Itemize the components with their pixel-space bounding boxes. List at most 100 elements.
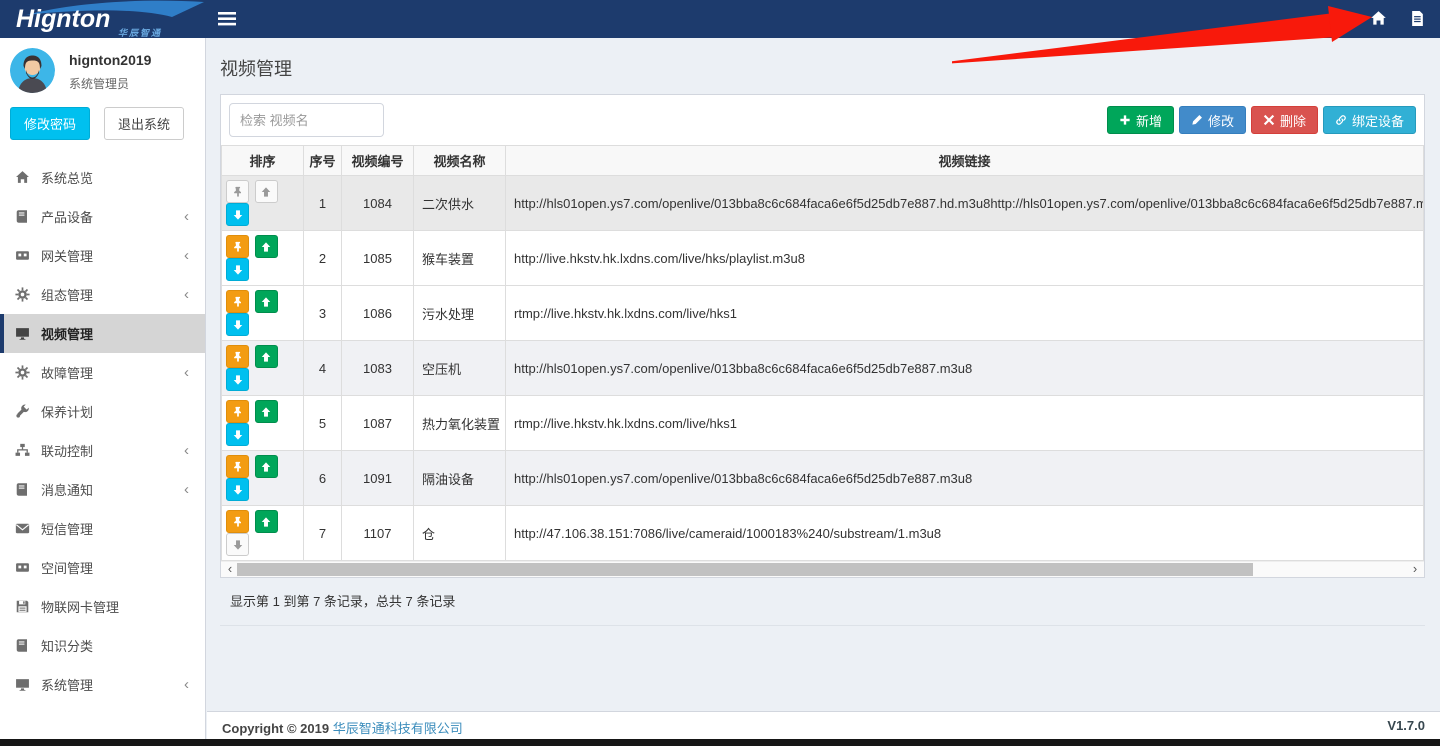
gear-icon: [15, 287, 30, 302]
edit-button[interactable]: 修改: [1179, 106, 1246, 134]
move-down-button[interactable]: [226, 313, 249, 336]
hamburger-icon[interactable]: [218, 12, 236, 26]
add-button[interactable]: 新增: [1107, 106, 1174, 134]
move-down-button[interactable]: [226, 258, 249, 281]
sort-cell: [222, 231, 304, 286]
book-icon: [15, 482, 30, 497]
chevron-left-icon: ‹: [184, 677, 189, 692]
company-link[interactable]: 华辰智通科技有限公司: [333, 721, 463, 736]
sidebar-item-knowledge[interactable]: 知识分类: [0, 626, 205, 665]
move-up-button[interactable]: [255, 290, 278, 313]
video-url-cell: http://47.106.38.151:7086/live/cameraid/…: [506, 506, 1424, 561]
search-input[interactable]: [229, 103, 384, 137]
sidebar-item-system-overview[interactable]: 系统总览: [0, 158, 205, 197]
envelope-icon: [15, 521, 30, 536]
pin-button[interactable]: [226, 235, 249, 258]
sidebar-item-video[interactable]: 视频管理: [0, 314, 205, 353]
move-down-button[interactable]: [226, 423, 249, 446]
video-name-cell: 隔油设备: [414, 451, 506, 506]
logout-button[interactable]: 退出系统: [104, 107, 184, 140]
change-password-button[interactable]: 修改密码: [10, 107, 90, 140]
chevron-left-icon: ‹: [184, 248, 189, 263]
pin-button[interactable]: [226, 345, 249, 368]
table-row[interactable]: 3 1086 污水处理 rtmp://live.hkstv.hk.lxdns.c…: [222, 286, 1424, 341]
scrollbar-thumb[interactable]: [237, 563, 1253, 576]
table-header-row: 排序 序号 视频编号 视频名称 视频链接: [222, 146, 1424, 176]
move-up-button[interactable]: [255, 510, 278, 533]
video-url-cell: http://hls01open.ys7.com/openlive/013bba…: [506, 176, 1424, 231]
move-down-button[interactable]: [226, 533, 249, 556]
move-up-button[interactable]: [255, 345, 278, 368]
bind-device-button[interactable]: 绑定设备: [1323, 106, 1416, 134]
seq-cell: 7: [304, 506, 342, 561]
sidebar-item-system[interactable]: 系统管理 ‹: [0, 665, 205, 704]
chevron-left-icon: ‹: [184, 209, 189, 224]
sidebar-item-iot-card[interactable]: 物联网卡管理: [0, 587, 205, 626]
table-row[interactable]: 6 1091 隔油设备 http://hls01open.ys7.com/ope…: [222, 451, 1424, 506]
video-panel: 新增 修改 删除 绑定设备 排序: [220, 94, 1425, 578]
move-up-button[interactable]: [255, 455, 278, 478]
sidebar-item-maintenance[interactable]: 保养计划: [0, 392, 205, 431]
sort-cell: [222, 286, 304, 341]
sidebar-item-sms[interactable]: 短信管理: [0, 509, 205, 548]
user-profile: hignton2019 系统管理员: [0, 38, 205, 93]
video-name-cell: 空压机: [414, 341, 506, 396]
video-code-cell: 1083: [342, 341, 414, 396]
book-icon: [15, 209, 30, 224]
sidebar-item-fault[interactable]: 故障管理 ‹: [0, 353, 205, 392]
sort-cell: [222, 506, 304, 561]
move-up-button[interactable]: [255, 235, 278, 258]
film-icon: [15, 248, 30, 263]
monitor-icon: [15, 677, 30, 692]
sidebar-item-linkage[interactable]: 联动控制 ‹: [0, 431, 205, 470]
username: hignton2019: [69, 52, 151, 68]
pin-button[interactable]: [226, 180, 249, 203]
sidebar-item-space[interactable]: 空间管理: [0, 548, 205, 587]
column-header-url[interactable]: 视频链接: [506, 146, 1424, 176]
delete-button[interactable]: 删除: [1251, 106, 1318, 134]
table-row[interactable]: 1 1084 二次供水 http://hls01open.ys7.com/ope…: [222, 176, 1424, 231]
column-header-seq[interactable]: 序号: [304, 146, 342, 176]
app-logo[interactable]: Hignton 华辰智通: [0, 0, 206, 38]
main-content: 视频管理 新增 修改 删除 绑定设备: [207, 38, 1440, 739]
sidebar-item-notification[interactable]: 消息通知 ‹: [0, 470, 205, 509]
move-down-button[interactable]: [226, 478, 249, 501]
horizontal-scrollbar[interactable]: ‹ ›: [221, 561, 1424, 577]
seq-cell: 5: [304, 396, 342, 451]
plus-icon: [1119, 114, 1131, 126]
column-header-sort[interactable]: 排序: [222, 146, 304, 176]
film-icon: [15, 560, 30, 575]
pin-button[interactable]: [226, 400, 249, 423]
move-down-button[interactable]: [226, 368, 249, 391]
document-icon[interactable]: [1409, 10, 1426, 27]
scroll-left-arrow[interactable]: ‹: [223, 562, 237, 577]
move-up-button[interactable]: [255, 180, 278, 203]
seq-cell: 1: [304, 176, 342, 231]
video-url-cell: rtmp://live.hkstv.hk.lxdns.com/live/hks1: [506, 396, 1424, 451]
pin-button[interactable]: [226, 455, 249, 478]
video-code-cell: 1086: [342, 286, 414, 341]
column-header-code[interactable]: 视频编号: [342, 146, 414, 176]
video-url-cell: http://hls01open.ys7.com/openlive/013bba…: [506, 341, 1424, 396]
column-header-name[interactable]: 视频名称: [414, 146, 506, 176]
sidebar-item-gateway[interactable]: 网关管理 ‹: [0, 236, 205, 275]
copyright-text: Copyright © 2019: [222, 721, 329, 736]
move-down-button[interactable]: [226, 203, 249, 226]
table-row[interactable]: 2 1085 猴车装置 http://live.hkstv.hk.lxdns.c…: [222, 231, 1424, 286]
table-row[interactable]: 5 1087 热力氧化装置 rtmp://live.hkstv.hk.lxdns…: [222, 396, 1424, 451]
version-label: V1.7.0: [1387, 718, 1425, 733]
home-icon[interactable]: [1370, 10, 1387, 27]
scroll-right-arrow[interactable]: ›: [1408, 562, 1422, 577]
pin-button[interactable]: [226, 510, 249, 533]
seq-cell: 2: [304, 231, 342, 286]
sidebar-item-configuration[interactable]: 组态管理 ‹: [0, 275, 205, 314]
video-url-cell: http://live.hkstv.hk.lxdns.com/live/hks/…: [506, 231, 1424, 286]
sidebar-item-product-device[interactable]: 产品设备 ‹: [0, 197, 205, 236]
table-row[interactable]: 4 1083 空压机 http://hls01open.ys7.com/open…: [222, 341, 1424, 396]
wrench-icon: [15, 404, 30, 419]
pencil-icon: [1191, 114, 1203, 126]
pin-button[interactable]: [226, 290, 249, 313]
move-up-button[interactable]: [255, 400, 278, 423]
floppy-icon: [15, 599, 30, 614]
table-row[interactable]: 7 1107 仓 http://47.106.38.151:7086/live/…: [222, 506, 1424, 561]
